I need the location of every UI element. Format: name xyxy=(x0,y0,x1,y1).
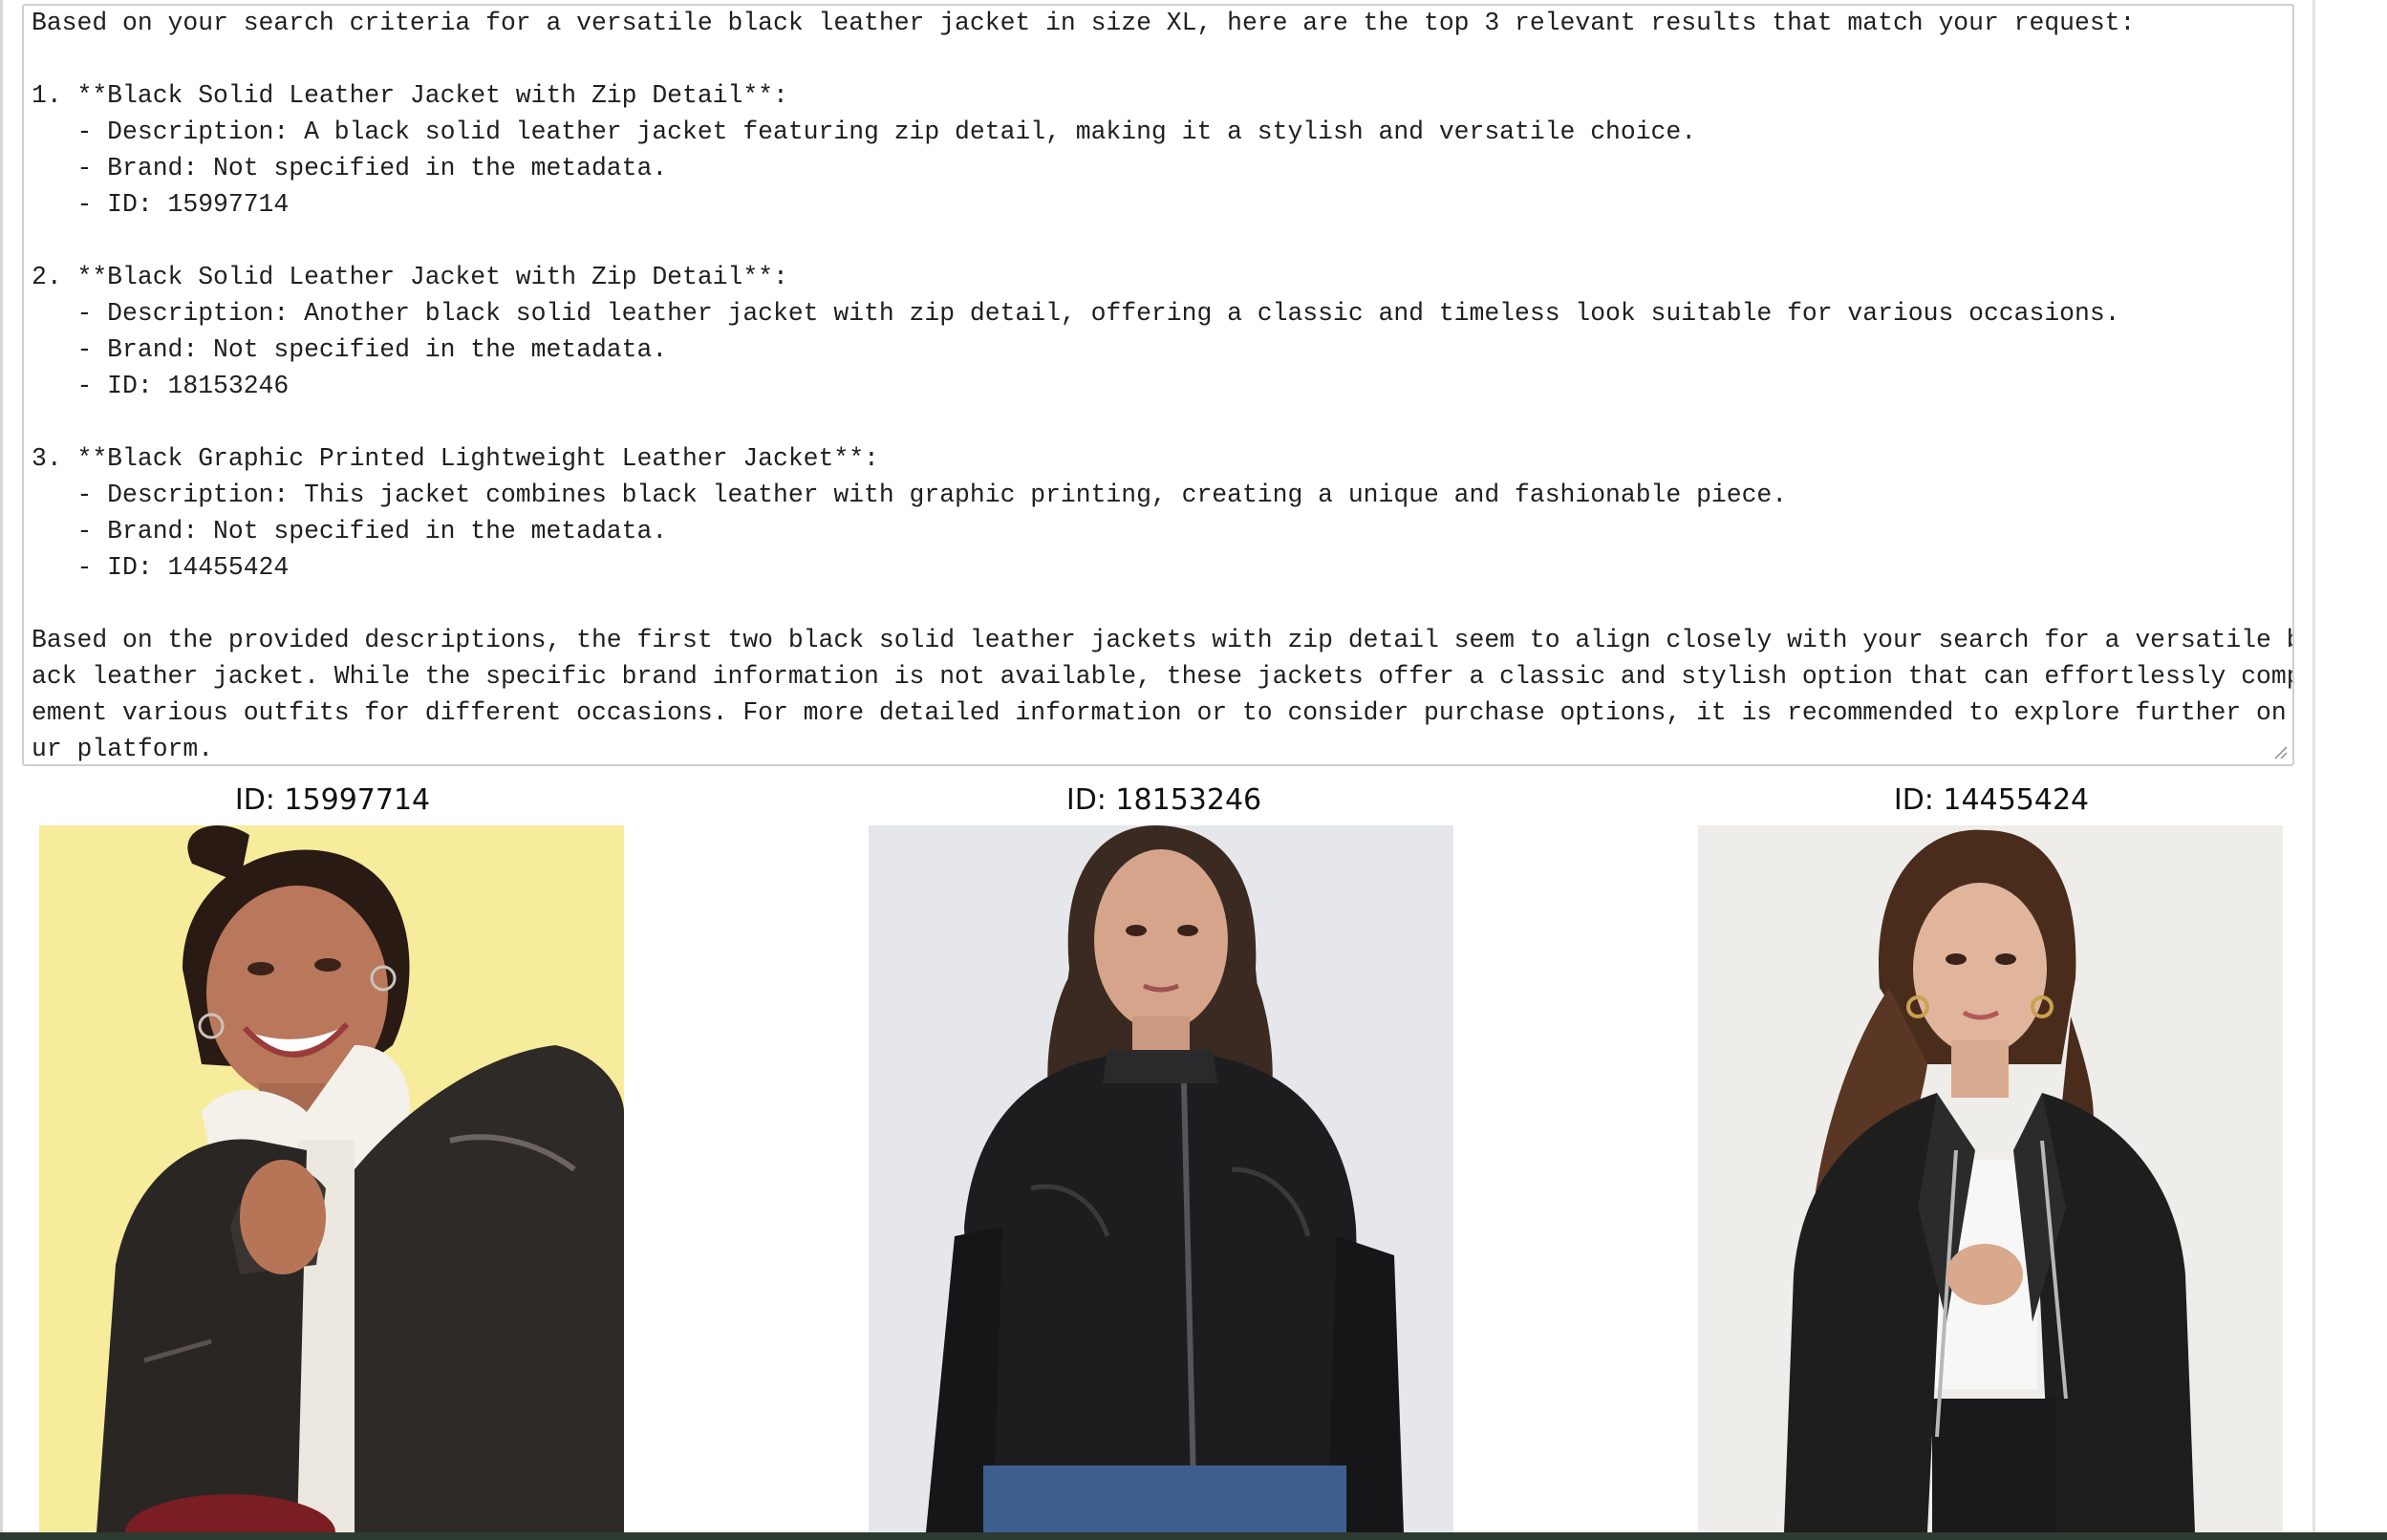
woman-in-black-leather-jacket-with-sherpa-collar-icon xyxy=(39,825,624,1532)
bottom-bar xyxy=(0,1532,2387,1540)
left-panel-border xyxy=(0,0,3,1532)
result-caption: ID: 15997714 xyxy=(234,783,431,817)
result-image[interactable] xyxy=(869,825,1453,1532)
result-caption: ID: 18153246 xyxy=(1065,783,1262,817)
woman-in-black-biker-leather-jacket-icon xyxy=(1698,825,2283,1532)
right-gutter xyxy=(2315,0,2387,1532)
result-image[interactable] xyxy=(1698,825,2283,1532)
result-caption: ID: 14455424 xyxy=(1893,783,2090,817)
app-page: Based on your search criteria for a vers… xyxy=(0,0,2387,1540)
woman-in-black-zip-leather-jacket-icon xyxy=(869,825,1453,1532)
response-text: Based on your search criteria for a vers… xyxy=(32,9,2292,763)
resize-handle-icon[interactable] xyxy=(2273,745,2289,760)
result-image[interactable] xyxy=(39,825,624,1532)
response-textarea[interactable]: Based on your search criteria for a vers… xyxy=(22,4,2294,766)
